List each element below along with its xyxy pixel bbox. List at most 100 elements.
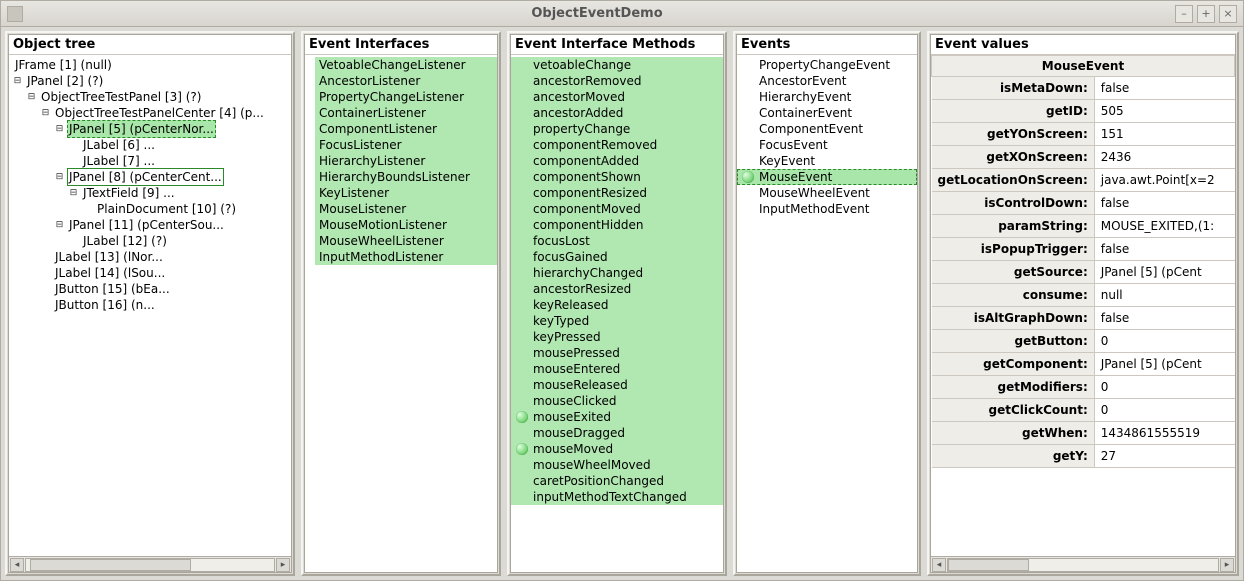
tree-row[interactable]: ⊟JPanel [5] (pCenterNor...: [13, 121, 287, 137]
tree-expand-icon[interactable]: ⊟: [69, 189, 78, 198]
tree-expand-icon[interactable]: ⊟: [55, 221, 64, 230]
tree-row[interactable]: JLabel [12] (?): [13, 233, 287, 249]
values-body[interactable]: MouseEvent isMetaDown:falsegetID:505getY…: [931, 55, 1235, 556]
method-item[interactable]: keyPressed: [511, 329, 723, 345]
scroll-track[interactable]: [947, 558, 1219, 572]
iface-item[interactable]: PropertyChangeListener: [315, 89, 497, 105]
iface-item[interactable]: KeyListener: [315, 185, 497, 201]
table-row[interactable]: getWhen:1434861555519: [932, 422, 1235, 445]
maximize-button[interactable]: +: [1197, 5, 1215, 23]
tree-row[interactable]: PlainDocument [10] (?): [13, 201, 287, 217]
table-row[interactable]: isAltGraphDown:false: [932, 307, 1235, 330]
table-row[interactable]: getClickCount:0: [932, 399, 1235, 422]
tree-expand-icon[interactable]: ⊟: [55, 125, 64, 134]
tree-row[interactable]: ⊟JTextField [9] ...: [13, 185, 287, 201]
table-row[interactable]: consume:null: [932, 284, 1235, 307]
iface-item[interactable]: AncestorListener: [315, 73, 497, 89]
iface-item[interactable]: HierarchyListener: [315, 153, 497, 169]
methods-list[interactable]: vetoableChangeancestorRemovedancestorMov…: [511, 55, 723, 572]
table-row[interactable]: getLocationOnScreen:java.awt.Point[x=2: [932, 169, 1235, 192]
method-item[interactable]: mouseDragged: [511, 425, 723, 441]
tree-row[interactable]: ⊟JPanel [2] (?): [13, 73, 287, 89]
method-item[interactable]: mouseExited: [511, 409, 723, 425]
table-row[interactable]: getY:27: [932, 445, 1235, 468]
event-item[interactable]: MouseWheelEvent: [737, 185, 917, 201]
event-item[interactable]: HierarchyEvent: [737, 89, 917, 105]
table-row[interactable]: getModifiers:0: [932, 376, 1235, 399]
tree-row[interactable]: ⊟ObjectTreeTestPanel [3] (?): [13, 89, 287, 105]
scroll-left-icon[interactable]: ◂: [932, 558, 946, 572]
method-item[interactable]: componentAdded: [511, 153, 723, 169]
method-item[interactable]: hierarchyChanged: [511, 265, 723, 281]
method-item[interactable]: mouseEntered: [511, 361, 723, 377]
method-item[interactable]: mousePressed: [511, 345, 723, 361]
tree-row[interactable]: ⊟JPanel [11] (pCenterSou...: [13, 217, 287, 233]
scroll-track[interactable]: [25, 558, 275, 572]
method-item[interactable]: mouseWheelMoved: [511, 457, 723, 473]
scroll-right-icon[interactable]: ▸: [1220, 558, 1234, 572]
method-item[interactable]: inputMethodTextChanged: [511, 489, 723, 505]
table-row[interactable]: getID:505: [932, 100, 1235, 123]
table-row[interactable]: getComponent:JPanel [5] (pCent: [932, 353, 1235, 376]
method-item[interactable]: vetoableChange: [511, 57, 723, 73]
method-item[interactable]: componentShown: [511, 169, 723, 185]
table-row[interactable]: isMetaDown:false: [932, 77, 1235, 100]
method-item[interactable]: keyTyped: [511, 313, 723, 329]
method-item[interactable]: mouseClicked: [511, 393, 723, 409]
method-item[interactable]: componentRemoved: [511, 137, 723, 153]
scroll-thumb[interactable]: [948, 559, 1029, 571]
method-item[interactable]: ancestorResized: [511, 281, 723, 297]
close-button[interactable]: ×: [1219, 5, 1237, 23]
iface-item[interactable]: InputMethodListener: [315, 249, 497, 265]
table-row[interactable]: getSource:JPanel [5] (pCent: [932, 261, 1235, 284]
iface-item[interactable]: FocusListener: [315, 137, 497, 153]
tree-expand-icon[interactable]: ⊟: [55, 173, 64, 182]
iface-item[interactable]: MouseWheelListener: [315, 233, 497, 249]
table-row[interactable]: getButton:0: [932, 330, 1235, 353]
method-item[interactable]: mouseReleased: [511, 377, 723, 393]
tree-expand-icon[interactable]: ⊟: [13, 77, 22, 86]
tree-body[interactable]: JFrame [1] (null) ⊟JPanel [2] (?) ⊟Objec…: [9, 55, 291, 556]
tree-row[interactable]: JLabel [13] (lNor...: [13, 249, 287, 265]
scroll-right-icon[interactable]: ▸: [276, 558, 290, 572]
event-item[interactable]: InputMethodEvent: [737, 201, 917, 217]
method-item[interactable]: propertyChange: [511, 121, 723, 137]
table-row[interactable]: getYOnScreen:151: [932, 123, 1235, 146]
event-item[interactable]: MouseEvent: [737, 169, 917, 185]
scroll-thumb[interactable]: [30, 559, 191, 571]
method-item[interactable]: focusLost: [511, 233, 723, 249]
method-item[interactable]: ancestorAdded: [511, 105, 723, 121]
events-list[interactable]: PropertyChangeEventAncestorEventHierarch…: [737, 55, 917, 572]
method-item[interactable]: ancestorRemoved: [511, 73, 723, 89]
tree-expand-icon[interactable]: ⊟: [41, 109, 50, 118]
method-item[interactable]: focusGained: [511, 249, 723, 265]
ifaces-list[interactable]: VetoableChangeListenerAncestorListenerPr…: [305, 55, 497, 572]
tree-row[interactable]: JButton [15] (bEa...: [13, 281, 287, 297]
method-item[interactable]: componentMoved: [511, 201, 723, 217]
method-item[interactable]: componentHidden: [511, 217, 723, 233]
event-item[interactable]: PropertyChangeEvent: [737, 57, 917, 73]
tree-row[interactable]: ⊟ObjectTreeTestPanelCenter [4] (p...: [13, 105, 287, 121]
method-item[interactable]: mouseMoved: [511, 441, 723, 457]
iface-item[interactable]: MouseMotionListener: [315, 217, 497, 233]
event-item[interactable]: AncestorEvent: [737, 73, 917, 89]
event-item[interactable]: KeyEvent: [737, 153, 917, 169]
table-row[interactable]: isPopupTrigger:false: [932, 238, 1235, 261]
table-row[interactable]: getXOnScreen:2436: [932, 146, 1235, 169]
tree-row[interactable]: JButton [16] (n...: [13, 297, 287, 313]
event-item[interactable]: ComponentEvent: [737, 121, 917, 137]
method-item[interactable]: keyReleased: [511, 297, 723, 313]
table-row[interactable]: isControlDown:false: [932, 192, 1235, 215]
iface-item[interactable]: ComponentListener: [315, 121, 497, 137]
iface-item[interactable]: ContainerListener: [315, 105, 497, 121]
tree-row[interactable]: JFrame [1] (null): [13, 57, 287, 73]
iface-item[interactable]: MouseListener: [315, 201, 497, 217]
tree-row[interactable]: JLabel [6] ...: [13, 137, 287, 153]
tree-row[interactable]: JLabel [14] (lSou...: [13, 265, 287, 281]
tree-row[interactable]: JLabel [7] ...: [13, 153, 287, 169]
scroll-left-icon[interactable]: ◂: [10, 558, 24, 572]
minimize-button[interactable]: –: [1175, 5, 1193, 23]
values-scrollbar-horizontal[interactable]: ◂ ▸: [931, 556, 1235, 572]
titlebar[interactable]: ObjectEventDemo – + ×: [1, 1, 1243, 27]
tree-scrollbar-horizontal[interactable]: ◂ ▸: [9, 556, 291, 572]
